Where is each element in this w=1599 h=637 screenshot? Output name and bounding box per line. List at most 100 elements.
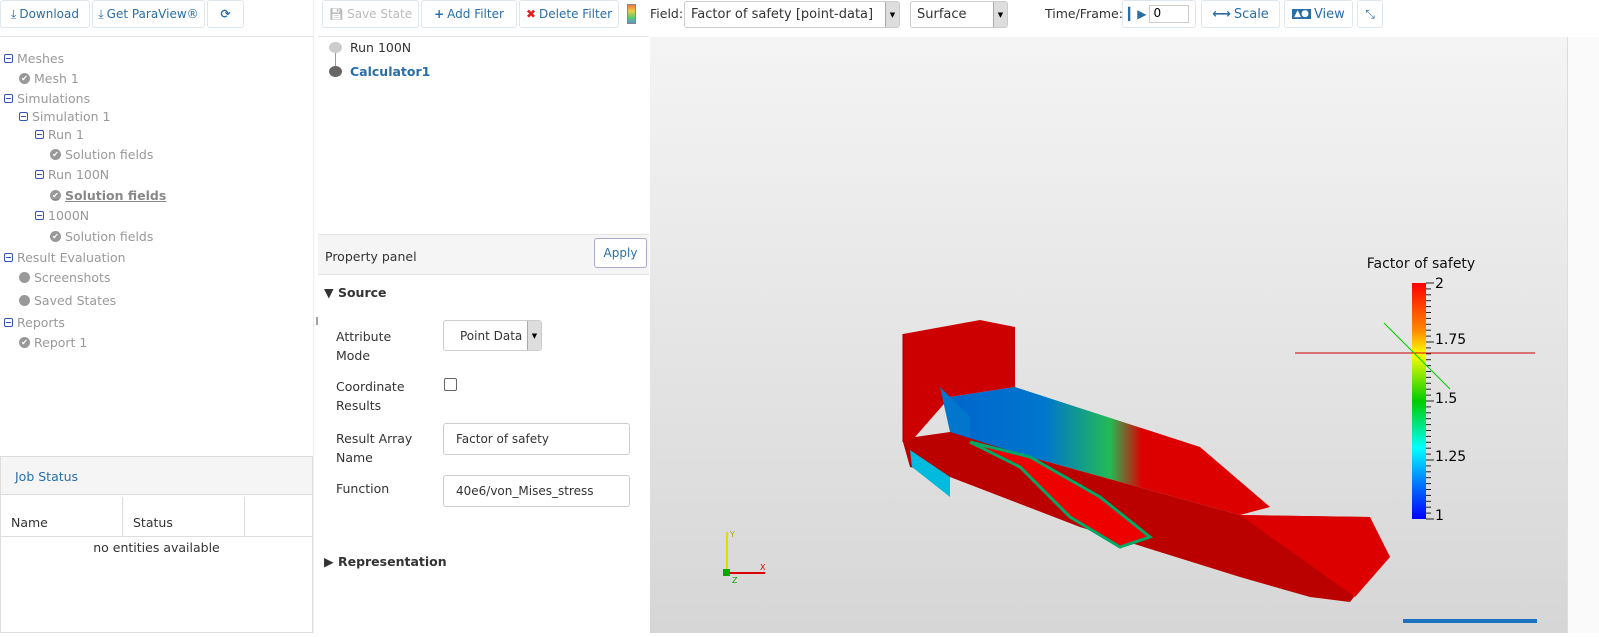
reset-camera-button[interactable]: ⤡ xyxy=(1357,0,1383,28)
tree-simulation1[interactable]: Simulation 1 xyxy=(19,109,111,124)
source-label: Source xyxy=(337,285,387,300)
tree-run1000n[interactable]: 1000N xyxy=(35,208,89,223)
result-array-label: Result Array Name xyxy=(336,431,413,465)
pipeline-panel: 💾︎ Save State + Add Filter ✖ Delete Filter … xyxy=(318,0,649,633)
legend-colorbar xyxy=(1412,283,1426,519)
refresh-button[interactable]: ⟳ xyxy=(207,0,244,28)
check-icon: ✔ xyxy=(50,190,61,201)
pipeline-item-calculator1[interactable]: Calculator1 xyxy=(350,64,430,79)
eye-icon[interactable] xyxy=(329,42,342,53)
collapse-icon[interactable] xyxy=(4,54,13,63)
collapse-icon[interactable] xyxy=(19,112,28,121)
play-icon[interactable]: ▎▶ xyxy=(1128,7,1146,21)
tree-report1[interactable]: ✔ Report 1 xyxy=(19,335,87,350)
function-label: Function xyxy=(336,481,390,496)
eye-icon[interactable] xyxy=(329,66,342,77)
pipeline-item-run100n[interactable]: Run 100N xyxy=(350,40,411,55)
plus-icon: + xyxy=(434,7,445,21)
legend-tick-label: 1.5 xyxy=(1435,391,1457,407)
apply-button[interactable]: Apply xyxy=(594,238,647,268)
tree-result-evaluation[interactable]: Result Evaluation xyxy=(4,250,126,265)
left-panel: ⤓ Download ⤓ Get ParaView® ⟳ Meshes ✔ Mesh … xyxy=(0,0,313,633)
coordinate-results-label: Coordinate Results xyxy=(336,379,405,413)
collapse-icon[interactable] xyxy=(4,94,13,103)
collapse-icon[interactable] xyxy=(35,211,44,220)
axis-x-label: X xyxy=(760,563,766,572)
download-icon: ⤓ xyxy=(98,6,104,21)
legend-ticks xyxy=(1426,282,1434,520)
attribute-mode-label: Attribute Mode xyxy=(336,329,392,363)
time-frame-label: Time/Frame: xyxy=(1045,6,1123,21)
scrollbar[interactable] xyxy=(1567,37,1599,633)
reset-icon: ⤡ xyxy=(1365,6,1375,21)
save-icon: 💾︎ xyxy=(328,7,345,21)
add-filter-button[interactable]: + Add Filter xyxy=(421,0,517,28)
collapse-icon[interactable] xyxy=(35,170,44,179)
delete-filter-button[interactable]: ✖ Delete Filter xyxy=(519,0,619,28)
circle-icon xyxy=(19,272,30,283)
tree-saved-states[interactable]: Saved States xyxy=(19,293,116,308)
axis-y-label: Y xyxy=(729,530,735,539)
coordinate-results-checkbox[interactable] xyxy=(444,378,457,391)
divider xyxy=(0,36,313,37)
property-panel-title: Property panel xyxy=(325,249,417,264)
model-render: Y X Z Factor of safety 2 1.75 1.5 1.25 1 xyxy=(723,256,1537,623)
download-icon: ⤓ xyxy=(11,6,17,21)
chevron-down-icon: ▼ xyxy=(885,2,899,27)
download-button[interactable]: ⤓ Download xyxy=(0,0,90,28)
representation-section-toggle[interactable]: ▶ Representation xyxy=(324,554,447,569)
time-frame-control: ▎▶ 0 xyxy=(1122,0,1196,28)
save-state-button[interactable]: 💾︎ Save State xyxy=(322,0,419,28)
check-icon: ✔ xyxy=(50,231,61,242)
tree-run1000n-fields[interactable]: ✔ Solution fields xyxy=(50,229,153,244)
part-model xyxy=(902,320,1390,602)
check-icon: ✔ xyxy=(50,149,61,160)
check-icon: ✔ xyxy=(19,337,30,348)
job-status-title: Job Status xyxy=(1,457,312,495)
colormap-button[interactable] xyxy=(627,4,636,24)
tree-screenshots[interactable]: Screenshots xyxy=(19,270,110,285)
field-label: Field: xyxy=(650,6,684,21)
scale-button[interactable]: ⟷ Scale xyxy=(1201,0,1280,28)
view-button[interactable]: ▲● View xyxy=(1284,0,1353,28)
tree-simulations[interactable]: Simulations xyxy=(4,91,90,106)
collapse-icon[interactable] xyxy=(4,318,13,327)
property-panel-header: Property panel Apply xyxy=(318,234,649,275)
orientation-axes: Y X Z xyxy=(723,530,766,585)
camera-view-icon: ▲● xyxy=(1292,9,1311,19)
tree-mesh1[interactable]: ✔ Mesh 1 xyxy=(19,71,79,86)
tree-run1-fields[interactable]: ✔ Solution fields xyxy=(50,147,153,162)
collapse-icon[interactable] xyxy=(4,253,13,262)
tree-reports[interactable]: Reports xyxy=(4,315,65,330)
chevron-down-icon: ▼ xyxy=(993,2,1007,27)
representation-label: Representation xyxy=(337,554,447,569)
tree-meshes[interactable]: Meshes xyxy=(4,51,64,66)
column-name[interactable]: Name xyxy=(1,497,123,536)
render-view[interactable]: Y X Z Factor of safety 2 1.75 1.5 1.25 1 xyxy=(650,37,1567,633)
job-status-panel: Job Status Name Status no entities avail… xyxy=(0,456,313,633)
axis-z-label: Z xyxy=(732,576,738,585)
status-bar xyxy=(1403,619,1537,623)
column-status[interactable]: Status xyxy=(123,497,245,536)
legend-title: Factor of safety xyxy=(1367,256,1475,272)
legend-tick-label: 1.75 xyxy=(1435,332,1466,348)
circle-icon xyxy=(19,295,30,306)
x-icon: ✖ xyxy=(525,7,537,21)
horizontal-arrows-icon: ⟷ xyxy=(1212,6,1231,22)
collapse-icon[interactable] xyxy=(35,130,44,139)
attribute-mode-select[interactable]: Point Data ▼ xyxy=(443,320,542,351)
result-array-input[interactable]: Factor of safety xyxy=(443,423,630,455)
field-select[interactable]: Factor of safety [point-data] ▼ xyxy=(684,1,900,28)
color-legend: Factor of safety 2 1.75 1.5 1.25 1 xyxy=(1367,256,1475,524)
tree-run100n-fields[interactable]: ✔ Solution fields xyxy=(50,188,166,203)
function-input[interactable]: 40e6/von_Mises_stress xyxy=(443,475,630,507)
representation-select[interactable]: Surface ▼ xyxy=(910,1,1008,28)
divider xyxy=(318,36,649,37)
legend-tick-label: 1 xyxy=(1435,508,1444,524)
tree-run100n[interactable]: Run 100N xyxy=(35,167,109,182)
get-paraview-button[interactable]: ⤓ Get ParaView® xyxy=(92,0,205,28)
job-status-header: Name Status xyxy=(1,497,312,537)
source-section-toggle[interactable]: ▼ Source xyxy=(324,285,387,300)
tree-run1[interactable]: Run 1 xyxy=(35,127,84,142)
time-frame-input[interactable]: 0 xyxy=(1149,5,1190,23)
